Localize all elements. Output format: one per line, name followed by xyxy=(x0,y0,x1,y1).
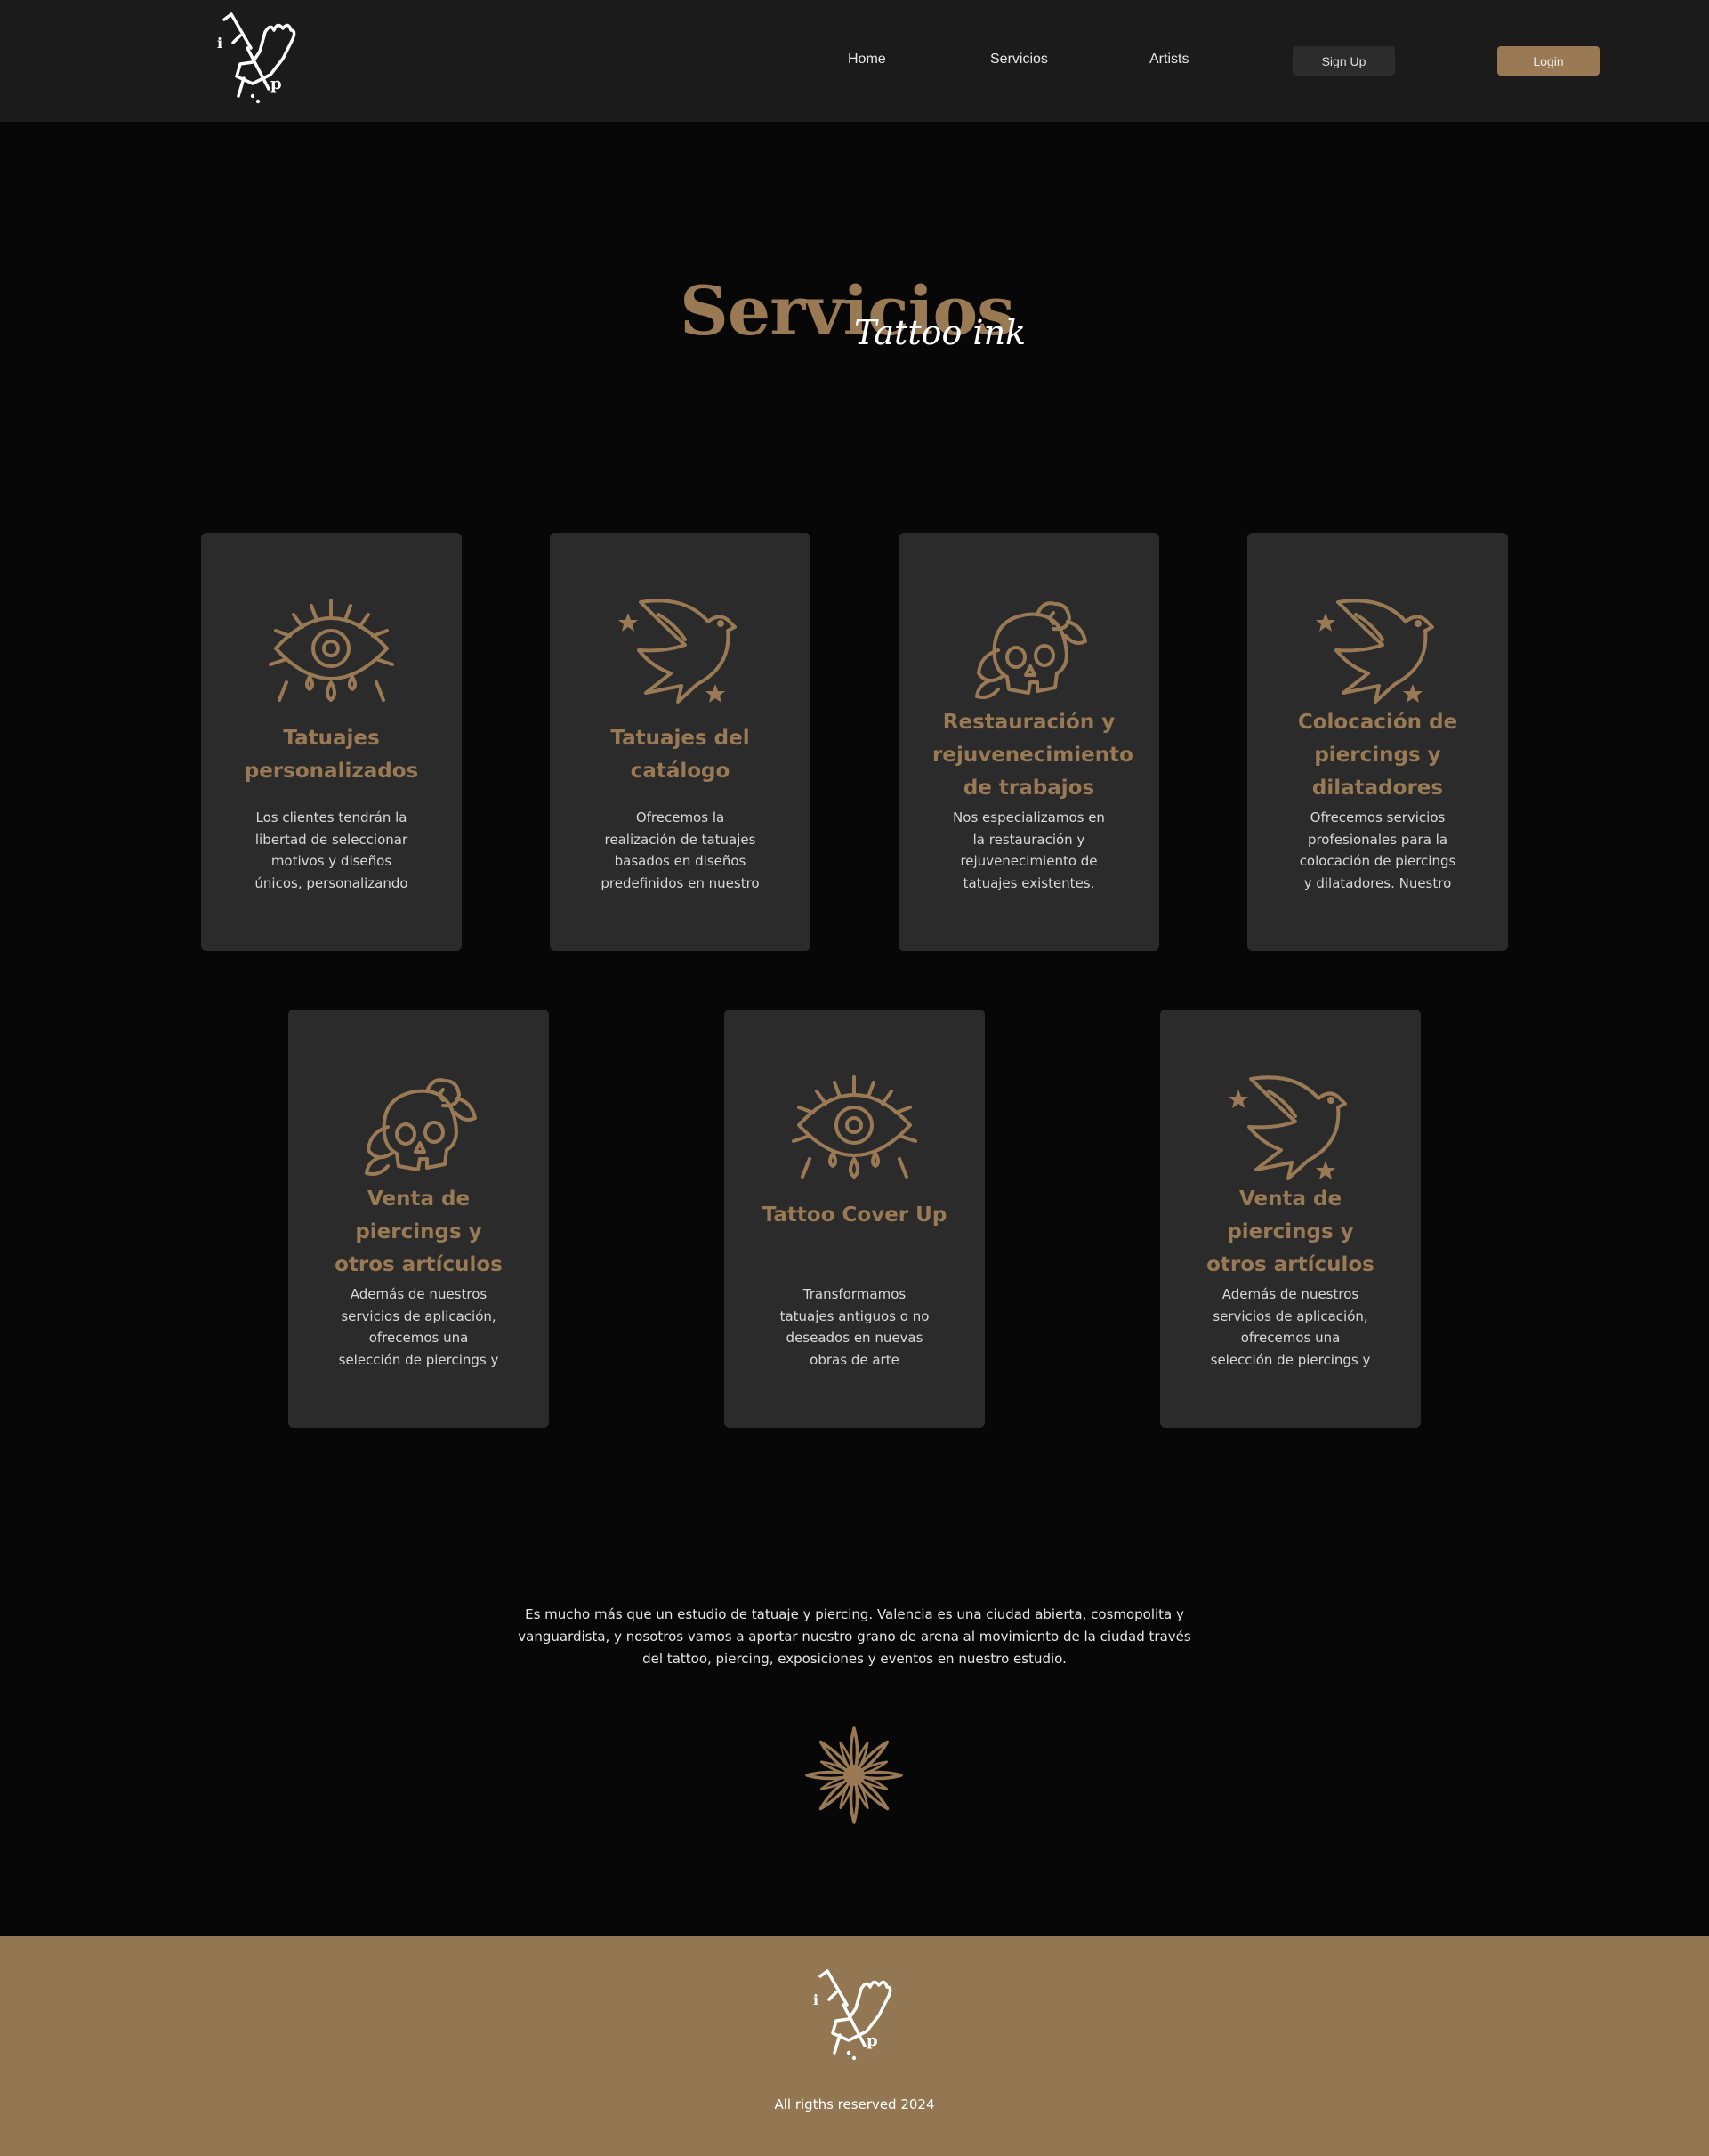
service-title: Venta de piercings y otros artículos xyxy=(335,1187,503,1276)
logo-icon[interactable] xyxy=(214,12,299,109)
service-title: Venta de piercings y otros artículos xyxy=(1206,1187,1374,1276)
nav-artists[interactable]: Artists xyxy=(1149,52,1189,68)
service-description: Transformamos tatuajes antiguos o no des… xyxy=(779,1286,930,1368)
flower-icon xyxy=(803,1725,905,1826)
service-title: Restauración y rejuvenecimiento de traba… xyxy=(932,711,1133,800)
page-subtitle: Tattoo ink xyxy=(854,313,1027,352)
swallow-icon xyxy=(616,595,745,711)
site-footer: All rigths reserved 2024 xyxy=(0,1936,1709,2156)
skull-icon xyxy=(964,595,1093,711)
eye-icon xyxy=(790,1072,919,1187)
nav-servicios[interactable]: Servicios xyxy=(990,52,1048,68)
swallow-icon xyxy=(1226,1072,1355,1187)
about-text: Es mucho más que un estudio de tatuaje y… xyxy=(518,1606,1191,1667)
service-description: Los clientes tendrán la libertad de sele… xyxy=(254,809,408,891)
service-title: Tatuajes personalizados xyxy=(244,727,419,783)
site-header: Home Servicios Artists Sign Up Login xyxy=(0,0,1709,122)
service-title: Tattoo Cover Up xyxy=(762,1203,947,1227)
service-description: Además de nuestros servicios de aplicaci… xyxy=(338,1286,499,1368)
swallow-icon xyxy=(1313,595,1442,711)
service-description: Ofrecemos la realización de tatuajes bas… xyxy=(601,809,760,891)
service-description: Nos especializamos en la restauración y … xyxy=(953,809,1105,891)
signup-button[interactable]: Sign Up xyxy=(1293,46,1395,76)
service-card[interactable]: Venta de piercings y otros artículos Ade… xyxy=(1160,1010,1421,1428)
service-description: Ofrecemos servicios profesionales para l… xyxy=(1299,809,1456,891)
footer-logo-icon[interactable] xyxy=(810,1969,895,2065)
login-button[interactable]: Login xyxy=(1497,46,1600,76)
service-description: Además de nuestros servicios de aplicaci… xyxy=(1210,1286,1371,1368)
service-card[interactable]: Tatuajes del catálogo Ofrecemos la reali… xyxy=(550,533,810,951)
service-card[interactable]: Restauración y rejuvenecimiento de traba… xyxy=(899,533,1159,951)
copyright-text: All rigths reserved 2024 xyxy=(774,2096,935,2112)
eye-icon xyxy=(267,595,396,711)
nav-home[interactable]: Home xyxy=(848,52,886,68)
service-card[interactable]: Venta de piercings y otros artículos Ade… xyxy=(288,1010,549,1428)
service-card[interactable]: Tattoo Cover Up Transformamos tatuajes a… xyxy=(724,1010,985,1428)
service-title: Tatuajes del catálogo xyxy=(610,727,750,783)
service-card[interactable]: Tatuajes personalizados Los clientes ten… xyxy=(201,533,462,951)
service-card[interactable]: Colocación de piercings y dilatadores Of… xyxy=(1247,533,1508,951)
service-title: Colocación de piercings y dilatadores xyxy=(1297,711,1458,800)
skull-icon xyxy=(354,1072,483,1187)
